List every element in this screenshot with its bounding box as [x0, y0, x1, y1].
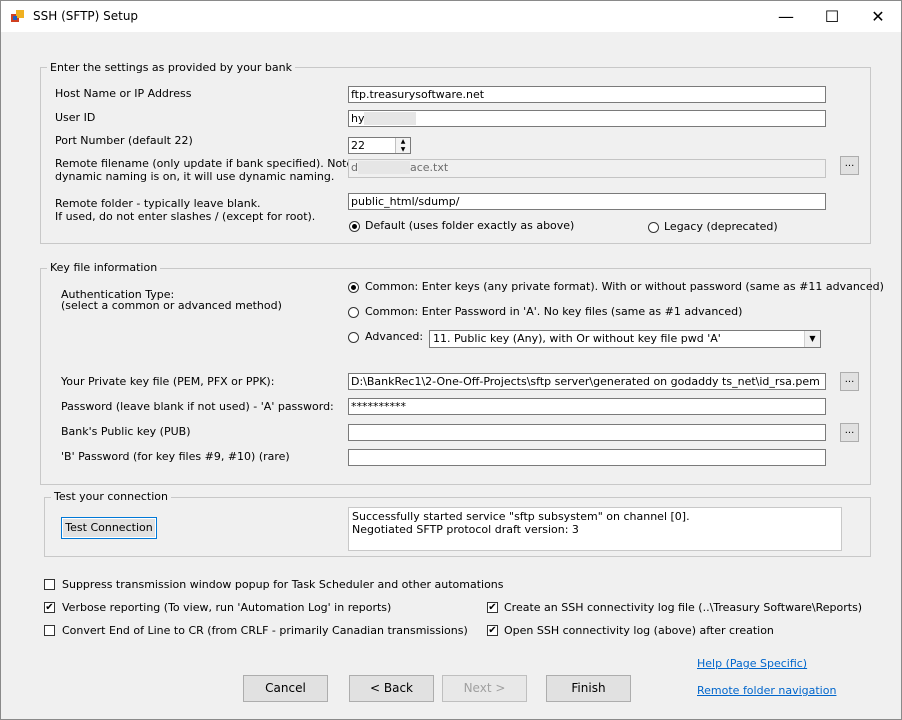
test-connection-legend: Test your connection: [51, 490, 171, 503]
title-bar: SSH (SFTP) Setup — ☐ ✕: [1, 1, 901, 32]
bank-settings-legend: Enter the settings as provided by your b…: [47, 61, 295, 74]
remote-folder-label-1: Remote folder - typically leave blank.: [55, 197, 261, 210]
remote-folder-navigation-link[interactable]: Remote folder navigation: [697, 684, 836, 697]
create-log-checkbox[interactable]: ✔: [487, 602, 498, 613]
suppress-checkbox[interactable]: [44, 579, 55, 590]
verbose-label[interactable]: Verbose reporting (To view, run 'Automat…: [62, 601, 391, 614]
userid-value: hy: [351, 112, 365, 125]
redaction: [357, 161, 410, 174]
help-link[interactable]: Help (Page Specific): [697, 657, 807, 670]
open-log-label[interactable]: Open SSH connectivity log (above) after …: [504, 624, 774, 637]
port-spinner[interactable]: ▲ ▼: [395, 138, 410, 153]
radio-advanced[interactable]: [348, 332, 359, 343]
remote-filename-input[interactable]: d ace.txt: [348, 159, 826, 178]
remote-filename-end: ace.txt: [409, 161, 449, 174]
password-input[interactable]: **********: [348, 398, 826, 415]
connection-log-output: Successfully started service "sftp subsy…: [348, 507, 842, 551]
remote-filename-label-1: Remote filename (only update if bank spe…: [55, 157, 368, 170]
radio-legacy-label[interactable]: Legacy (deprecated): [664, 220, 778, 233]
host-label: Host Name or IP Address: [55, 87, 192, 100]
radio-default-label[interactable]: Default (uses folder exactly as above): [365, 219, 574, 232]
advanced-method-select[interactable]: 11. Public key (Any), with Or without ke…: [429, 330, 821, 348]
open-log-checkbox[interactable]: ✔: [487, 625, 498, 636]
key-file-legend: Key file information: [47, 261, 161, 274]
checkmark-icon: ✔: [488, 625, 497, 636]
maximize-button[interactable]: ☐: [809, 1, 855, 32]
next-button[interactable]: Next >: [442, 675, 527, 702]
radio-legacy-folder[interactable]: [648, 222, 659, 233]
create-log-label[interactable]: Create an SSH connectivity log file (..\…: [504, 601, 862, 614]
spin-up-icon[interactable]: ▲: [396, 138, 410, 146]
redaction: [364, 112, 417, 125]
private-key-browse-button[interactable]: ...: [840, 372, 859, 391]
verbose-checkbox[interactable]: ✔: [44, 602, 55, 613]
public-key-input[interactable]: [348, 424, 826, 441]
window-title: SSH (SFTP) Setup: [33, 9, 139, 23]
password-label: Password (leave blank if not used) - 'A'…: [61, 400, 334, 413]
port-value: 22: [351, 139, 365, 152]
checkmark-icon: ✔: [488, 602, 497, 613]
remote-filename-browse-button[interactable]: ...: [840, 156, 859, 175]
close-icon: ✕: [871, 7, 885, 26]
radio-advanced-label[interactable]: Advanced:: [365, 330, 423, 343]
auth-type-hint: (select a common or advanced method): [61, 299, 282, 312]
minimize-icon: —: [778, 7, 794, 26]
convert-eol-checkbox[interactable]: [44, 625, 55, 636]
b-password-input[interactable]: [348, 449, 826, 466]
checkmark-icon: ✔: [45, 602, 54, 613]
remote-folder-input[interactable]: public_html/sdump/: [348, 193, 826, 210]
radio-common-keys[interactable]: [348, 282, 359, 293]
radio-default-folder[interactable]: [349, 221, 360, 232]
public-key-label: Bank's Public key (PUB): [61, 425, 191, 438]
app-icon: [11, 10, 24, 22]
finish-button[interactable]: Finish: [546, 675, 631, 702]
minimize-button[interactable]: —: [763, 1, 809, 32]
userid-input[interactable]: hy: [348, 110, 826, 127]
radio-common-password-label[interactable]: Common: Enter Password in 'A'. No key fi…: [365, 305, 742, 318]
setup-window: SSH (SFTP) Setup — ☐ ✕ Enter the setting…: [0, 0, 902, 720]
b-password-label: 'B' Password (for key files #9, #10) (ra…: [61, 450, 290, 463]
remote-folder-label-2: If used, do not enter slashes / (except …: [55, 210, 316, 223]
remote-filename-start: d: [351, 161, 358, 174]
port-stepper[interactable]: 22 ▲ ▼: [348, 137, 411, 154]
public-key-browse-button[interactable]: ...: [840, 423, 859, 442]
radio-common-password[interactable]: [348, 307, 359, 318]
remote-filename-label-2: dynamic naming is on, it will use dynami…: [55, 170, 335, 183]
port-label: Port Number (default 22): [55, 134, 193, 147]
private-key-label: Your Private key file (PEM, PFX or PPK):: [61, 375, 275, 388]
private-key-input[interactable]: D:\BankRec1\2-One-Off-Projects\sftp serv…: [348, 373, 826, 390]
back-button[interactable]: < Back: [349, 675, 434, 702]
suppress-label[interactable]: Suppress transmission window popup for T…: [62, 578, 504, 591]
host-input[interactable]: ftp.treasurysoftware.net: [348, 86, 826, 103]
chevron-down-icon[interactable]: ▼: [804, 331, 820, 347]
spin-down-icon[interactable]: ▼: [396, 146, 410, 153]
advanced-method-value: 11. Public key (Any), with Or without ke…: [433, 332, 721, 345]
radio-common-keys-label[interactable]: Common: Enter keys (any private format).…: [365, 280, 884, 293]
userid-label: User ID: [55, 111, 96, 124]
convert-eol-label[interactable]: Convert End of Line to CR (from CRLF - p…: [62, 624, 468, 637]
cancel-button[interactable]: Cancel: [243, 675, 328, 702]
test-connection-button[interactable]: Test Connection: [61, 517, 157, 539]
maximize-icon: ☐: [824, 7, 840, 26]
close-button[interactable]: ✕: [855, 1, 901, 32]
